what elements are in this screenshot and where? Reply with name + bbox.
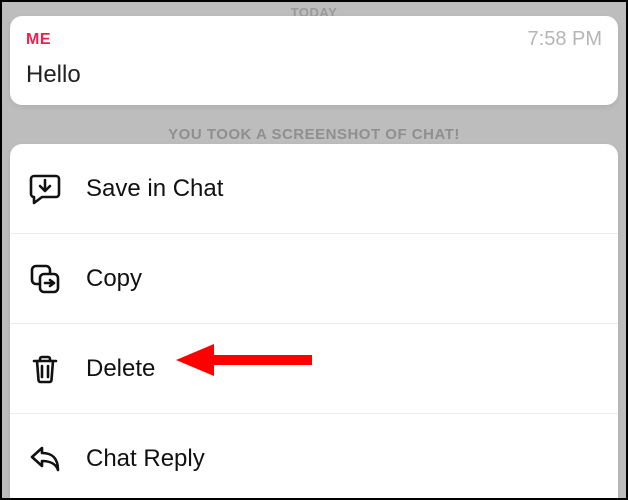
timestamp-label: 7:58 PM [528, 28, 602, 51]
message-card[interactable]: ME 7:58 PM Hello [10, 16, 618, 105]
save-icon [28, 172, 70, 206]
sender-label: ME [26, 31, 51, 49]
reply-icon [28, 442, 70, 476]
menu-item-label: Copy [86, 265, 142, 293]
menu-item-delete[interactable]: Delete [10, 324, 618, 414]
menu-item-chat-reply[interactable]: Chat Reply [10, 414, 618, 500]
menu-item-copy[interactable]: Copy [10, 234, 618, 324]
app-frame: TODAY ME 7:58 PM Hello YOU TOOK A SCREEN… [0, 0, 628, 500]
trash-icon [28, 352, 70, 386]
message-body: Hello [26, 61, 602, 89]
menu-item-label: Delete [86, 355, 155, 383]
context-menu: Save in Chat Copy [10, 144, 618, 500]
menu-item-save-in-chat[interactable]: Save in Chat [10, 144, 618, 234]
menu-item-label: Save in Chat [86, 175, 223, 203]
screenshot-notice: YOU TOOK A SCREENSHOT OF CHAT! [2, 126, 626, 143]
copy-icon [28, 262, 70, 296]
menu-item-label: Chat Reply [86, 445, 205, 473]
